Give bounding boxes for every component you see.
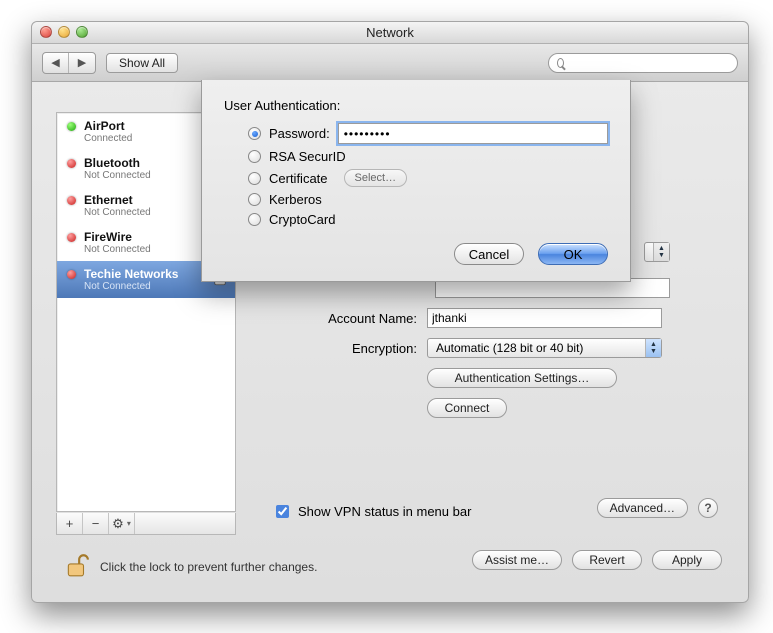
auth-option-password[interactable]: Password: xyxy=(248,123,608,144)
close-window-button[interactable] xyxy=(40,26,52,38)
connect-button[interactable]: Connect xyxy=(427,398,507,418)
minimize-window-button[interactable] xyxy=(58,26,70,38)
back-button[interactable]: ◀ xyxy=(43,53,69,73)
status-dot-icon xyxy=(67,270,76,279)
password-field[interactable] xyxy=(338,123,608,144)
account-name-field[interactable] xyxy=(427,308,662,328)
search-icon xyxy=(557,58,564,68)
window-title: Network xyxy=(366,25,414,40)
radio-password[interactable] xyxy=(248,127,261,140)
show-vpn-status-label: Show VPN status in menu bar xyxy=(298,504,471,519)
sheet-heading: User Authentication: xyxy=(224,98,608,113)
row-encryption: Encryption: Automatic (128 bit or 40 bit… xyxy=(257,338,728,358)
search-field[interactable] xyxy=(548,53,738,73)
sidebar-toolbar: + − xyxy=(56,513,236,535)
service-actions-button[interactable] xyxy=(109,513,135,534)
auth-option-cryptocard[interactable]: CryptoCard xyxy=(248,212,608,227)
service-name: Ethernet xyxy=(84,193,151,207)
service-name: FireWire xyxy=(84,230,151,244)
auth-option-kerberos[interactable]: Kerberos xyxy=(248,192,608,207)
history-segmented-control: ◀ ▶ xyxy=(42,52,96,74)
radio-kerberos-label: Kerberos xyxy=(269,192,322,207)
status-dot-icon xyxy=(67,159,76,168)
ok-button[interactable]: OK xyxy=(538,243,608,265)
radio-certificate[interactable] xyxy=(248,172,261,185)
radio-cryptocard[interactable] xyxy=(248,213,261,226)
toolbar: ◀ ▶ Show All xyxy=(32,44,748,82)
window-controls xyxy=(40,26,88,38)
row-account-name: Account Name: xyxy=(257,308,728,328)
row-connect: Connect xyxy=(257,398,728,418)
help-button[interactable]: ? xyxy=(698,498,718,518)
lock-row: Click the lock to prevent further change… xyxy=(64,552,317,581)
encryption-value: Automatic (128 bit or 40 bit) xyxy=(436,341,583,355)
row-auth-settings: Authentication Settings… xyxy=(257,368,728,388)
show-vpn-status-checkbox[interactable] xyxy=(276,505,289,518)
sidebar-toolbar-spacer xyxy=(135,513,235,534)
zoom-window-button[interactable] xyxy=(76,26,88,38)
remove-service-button[interactable]: − xyxy=(83,513,109,534)
service-name: Techie Networks xyxy=(84,267,178,281)
radio-securid[interactable] xyxy=(248,150,261,163)
radio-cryptocard-label: CryptoCard xyxy=(269,212,335,227)
status-dot-icon xyxy=(67,233,76,242)
status-dot-icon xyxy=(67,196,76,205)
apply-button[interactable]: Apply xyxy=(652,550,722,570)
radio-password-label: Password: xyxy=(269,126,330,141)
select-certificate-button[interactable]: Select… xyxy=(344,169,408,187)
authentication-settings-button[interactable]: Authentication Settings… xyxy=(427,368,617,388)
assist-me-button[interactable]: Assist me… xyxy=(472,550,562,570)
encryption-popup[interactable]: Automatic (128 bit or 40 bit) ▲▼ xyxy=(427,338,662,358)
service-status: Not Connected xyxy=(84,281,178,292)
auth-option-certificate[interactable]: Certificate Select… xyxy=(248,169,608,187)
authentication-sheet: User Authentication: Password: RSA Secur… xyxy=(201,80,631,282)
radio-kerberos[interactable] xyxy=(248,193,261,206)
service-name: Bluetooth xyxy=(84,156,151,170)
encryption-label: Encryption: xyxy=(257,341,427,356)
revert-button[interactable]: Revert xyxy=(572,550,642,570)
service-status: Not Connected xyxy=(84,244,151,255)
footer-right-controls: Advanced… ? xyxy=(597,498,718,518)
network-preferences-window: Network ◀ ▶ Show All AirPort Connected xyxy=(31,21,749,603)
service-name: AirPort xyxy=(84,119,132,133)
add-service-button[interactable]: + xyxy=(57,513,83,534)
title-bar: Network xyxy=(32,22,748,44)
status-dot-icon xyxy=(67,122,76,131)
commit-buttons: Assist me… Revert Apply xyxy=(472,550,722,570)
service-status: Not Connected xyxy=(84,207,151,218)
updown-arrows-icon: ▲▼ xyxy=(653,243,669,261)
lock-text: Click the lock to prevent further change… xyxy=(100,560,317,574)
unlocked-lock-icon[interactable] xyxy=(64,552,90,581)
service-status: Connected xyxy=(84,133,132,144)
service-status: Not Connected xyxy=(84,170,151,181)
forward-button[interactable]: ▶ xyxy=(69,53,95,73)
account-name-label: Account Name: xyxy=(257,311,427,326)
radio-securid-label: RSA SecurID xyxy=(269,149,346,164)
updown-arrows-icon: ▲▼ xyxy=(645,339,661,357)
show-all-button[interactable]: Show All xyxy=(106,53,178,73)
configuration-popup[interactable]: ▲▼ xyxy=(644,242,670,262)
show-vpn-status-row: Show VPN status in menu bar xyxy=(272,502,471,521)
advanced-button[interactable]: Advanced… xyxy=(597,498,688,518)
sheet-buttons: Cancel OK xyxy=(224,243,608,265)
search-input[interactable] xyxy=(570,55,729,71)
cancel-button[interactable]: Cancel xyxy=(454,243,524,265)
radio-certificate-label: Certificate xyxy=(269,171,328,186)
auth-option-securid[interactable]: RSA SecurID xyxy=(248,149,608,164)
